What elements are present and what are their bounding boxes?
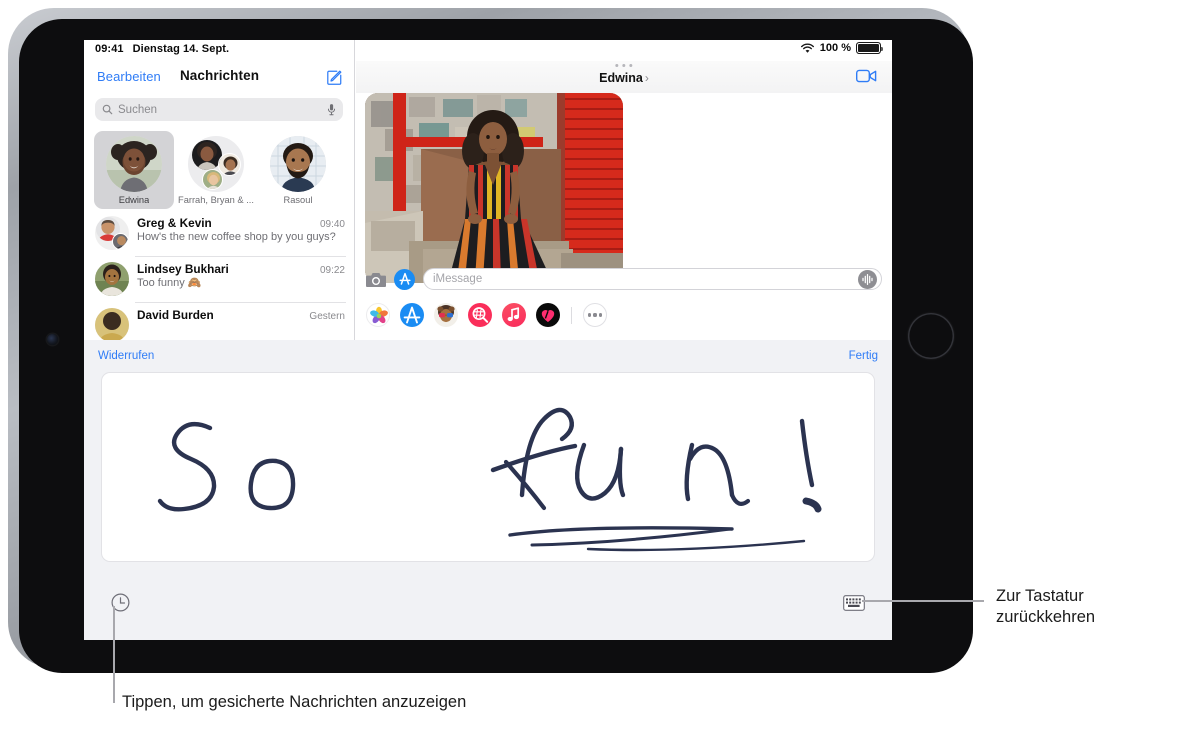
pinned-contact-edwina[interactable]: Edwina (94, 131, 174, 209)
recents-callout-text: Tippen, um gesicherte Nachrichten anzuze… (122, 692, 822, 713)
home-button[interactable] (908, 313, 954, 359)
more-apps-icon[interactable] (583, 303, 607, 327)
keyboard-callout-text: Zur Tastatur zurückkehren (996, 586, 1176, 628)
thread-title-label: Edwina (599, 71, 643, 85)
sidebar-title: Nachrichten (179, 68, 260, 83)
pinned-contact-label: Edwina (118, 195, 150, 205)
imessage-app-drawer (356, 300, 892, 330)
music-app-icon[interactable] (502, 303, 526, 327)
photo-message[interactable] (365, 93, 623, 283)
compose-icon[interactable] (326, 69, 343, 86)
status-bar-left: 09:41 Dienstag 14. Sept. (95, 43, 229, 55)
conversation-name: Greg & Kevin (137, 216, 212, 230)
conversation-preview: Too funny 🙈 (137, 277, 202, 289)
avatar (218, 153, 241, 176)
ipad-device-frame: 09:41 Dienstag 14. Sept. 100 % Bearbeite… (8, 8, 973, 673)
drag-handle-icon[interactable] (615, 64, 633, 68)
conversation-time: 09:40 (319, 219, 345, 230)
battery-percent-label: 100 % (819, 42, 851, 54)
ipad-screen: 09:41 Dienstag 14. Sept. 100 % Bearbeite… (84, 40, 892, 640)
facetime-video-icon[interactable] (856, 68, 877, 84)
status-date: Dienstag 14. Sept. (132, 43, 230, 55)
handwriting-ink (157, 407, 822, 552)
avatar-group (188, 136, 244, 192)
undo-button[interactable]: Widerrufen (98, 350, 154, 362)
keyboard-callout-line2: zurückkehren (996, 608, 1096, 627)
recents-callout-line-horizontal (113, 701, 115, 703)
avatar (95, 262, 129, 296)
done-button[interactable]: Fertig (849, 350, 878, 362)
keyboard-callout-line (862, 600, 984, 602)
app-store-icon[interactable] (394, 268, 415, 290)
app-store-app-icon[interactable] (400, 303, 424, 327)
keyboard-icon[interactable] (843, 595, 865, 611)
conversation-body: Greg & Kevin 09:40 How's the new coffee … (137, 216, 345, 250)
avatar (95, 308, 129, 342)
conversation-row[interactable]: Greg & Kevin 09:40 How's the new coffee … (84, 210, 354, 256)
conversation-time: Gestern (309, 311, 345, 322)
imessage-placeholder: iMessage (433, 273, 483, 285)
conversation-name: David Burden (137, 308, 214, 322)
front-camera-icon (47, 334, 58, 345)
chevron-right-icon: › (644, 71, 649, 85)
app-drawer-separator (571, 306, 572, 324)
camera-icon[interactable] (366, 271, 386, 288)
digital-touch-app-icon[interactable] (536, 303, 560, 327)
conversation-name: Lindsey Bukhari (137, 262, 229, 276)
recents-callout-line1: Tippen, um gesicherte Nachrichten anzuze… (122, 693, 467, 711)
message-input-bar: iMessage (356, 262, 892, 296)
message-thread-pane: Edwina › iMessage (356, 40, 892, 340)
conversation-row[interactable]: Lindsey Bukhari 09:22 Too funny 🙈 (84, 256, 354, 302)
screenshot-root: 09:41 Dienstag 14. Sept. 100 % Bearbeite… (0, 0, 1181, 732)
thread-title[interactable]: Edwina › (356, 71, 892, 85)
conversation-body: David Burden Gestern (137, 308, 345, 342)
status-time: 09:41 (95, 43, 124, 55)
photos-app-icon[interactable] (366, 303, 390, 327)
avatar (202, 169, 223, 190)
status-bar-right: 100 % (800, 42, 884, 54)
conversation-list: Greg & Kevin 09:40 How's the new coffee … (84, 210, 354, 342)
pinned-contact-rasoul[interactable]: Rasoul (258, 131, 338, 205)
status-bar: 09:41 Dienstag 14. Sept. 100 % (84, 40, 892, 61)
conversation-preview: How's the new coffee shop by you guys? (137, 231, 336, 243)
sidebar-nav-bar: Bearbeiten Nachrichten (84, 64, 354, 98)
wifi-icon (800, 42, 814, 53)
thread-nav-bar: Edwina › (356, 61, 892, 93)
conversation-body: Lindsey Bukhari 09:22 Too funny 🙈 (137, 262, 345, 296)
pinned-contact-group[interactable]: Farrah, Bryan & ... (176, 131, 256, 205)
pinned-contact-label: Farrah, Bryan & ... (178, 195, 254, 205)
battery-full-icon (856, 42, 884, 54)
memoji-app-icon[interactable] (434, 303, 458, 327)
pinned-contact-label: Rasoul (283, 195, 313, 205)
imessage-input[interactable]: iMessage (423, 268, 882, 290)
pinned-contacts-row: Edwina Farrah, Bryan & ... Rasoul (84, 131, 354, 209)
avatar (270, 136, 326, 192)
audio-waveform-icon[interactable] (858, 269, 877, 289)
microphone-icon[interactable] (327, 103, 336, 116)
conversation-time: 09:22 (319, 265, 345, 276)
handwriting-panel: Widerrufen Fertig (84, 340, 892, 640)
images-app-icon[interactable] (468, 303, 492, 327)
handwriting-canvas[interactable] (101, 372, 875, 562)
avatar (95, 216, 129, 250)
search-input[interactable]: Suchen (95, 98, 343, 121)
search-icon (102, 104, 113, 115)
recents-callout-line-vertical (113, 606, 115, 702)
search-placeholder: Suchen (118, 103, 158, 116)
keyboard-callout-line1: Zur Tastatur (996, 587, 1084, 605)
avatar (106, 136, 162, 192)
